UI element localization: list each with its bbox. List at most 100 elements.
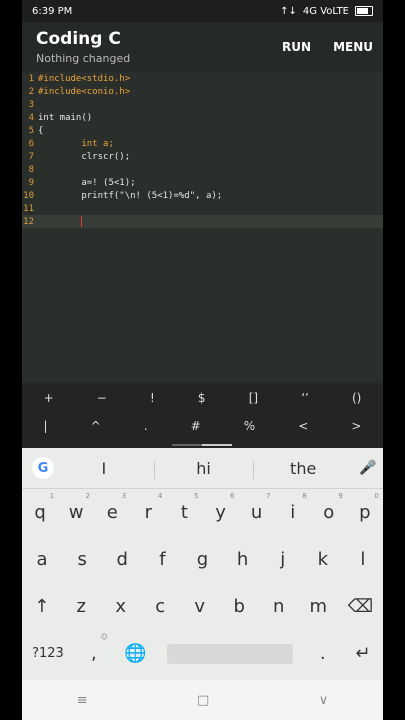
- symbol-key[interactable]: −: [97, 391, 107, 405]
- key-label: u: [250, 502, 263, 523]
- key-r[interactable]: 4r: [138, 492, 163, 523]
- key-row-4: ?123 ☺ , 🌐 . ↵: [22, 630, 383, 677]
- key-s[interactable]: s: [72, 549, 92, 570]
- code-line[interactable]: 12: [22, 215, 383, 228]
- symbol-key[interactable]: ^: [91, 419, 101, 433]
- symbol-key[interactable]: #: [191, 419, 201, 433]
- symbol-key[interactable]: []: [249, 391, 258, 405]
- key-row-3: ↑ z x c v b n m ⌫: [22, 583, 383, 630]
- suggestion-bar: G I hi the 🎤: [22, 448, 383, 489]
- key-hint: 1: [49, 492, 55, 500]
- key-p[interactable]: 0p: [355, 492, 379, 523]
- key-hint: 5: [193, 492, 199, 500]
- nav-home-icon[interactable]: □: [197, 693, 209, 708]
- code-line[interactable]: 3: [22, 98, 383, 111]
- menu-button[interactable]: MENU: [333, 40, 373, 54]
- key-label: t: [180, 502, 188, 523]
- key-x[interactable]: x: [111, 596, 131, 617]
- line-number: 12: [23, 216, 34, 227]
- key-y[interactable]: 6y: [211, 492, 234, 523]
- code-line[interactable]: 7 clrscr();: [22, 150, 383, 163]
- line-code: a=! (5<1);: [38, 177, 136, 188]
- code-line[interactable]: 1 #include<stdio.h>: [22, 72, 383, 85]
- symbol-key[interactable]: |: [44, 419, 48, 433]
- key-hint: 8: [302, 492, 307, 500]
- enter-key[interactable]: ↵: [353, 643, 373, 664]
- key-m[interactable]: m: [308, 596, 328, 617]
- code-line[interactable]: 8: [22, 163, 383, 176]
- comma-key[interactable]: ☺ ,: [84, 633, 108, 664]
- run-button[interactable]: RUN: [282, 40, 311, 54]
- symbol-key[interactable]: >: [351, 419, 361, 433]
- period-key[interactable]: .: [313, 643, 333, 664]
- key-c[interactable]: c: [150, 596, 170, 617]
- line-number: 6: [28, 138, 34, 149]
- suggestion-1[interactable]: I: [54, 459, 154, 478]
- key-g[interactable]: g: [192, 549, 212, 570]
- suggestion-2[interactable]: hi: [153, 459, 254, 479]
- code-line[interactable]: 4 int main(): [22, 111, 383, 124]
- google-icon[interactable]: G: [32, 457, 54, 479]
- shift-key[interactable]: ↑: [32, 596, 52, 617]
- line-code: {: [38, 125, 44, 136]
- key-d[interactable]: d: [112, 549, 132, 570]
- key-j[interactable]: j: [273, 549, 293, 570]
- code-line[interactable]: 10 printf("\n! (5<1)=%d", a);: [22, 189, 383, 202]
- key-e[interactable]: 3e: [102, 492, 127, 523]
- key-h[interactable]: h: [233, 549, 253, 570]
- key-v[interactable]: v: [190, 596, 210, 617]
- code-line[interactable]: 6 int a;: [22, 137, 383, 150]
- symbol-key[interactable]: %: [244, 419, 255, 433]
- space-key[interactable]: [166, 643, 293, 664]
- key-k[interactable]: k: [313, 549, 333, 570]
- key-f[interactable]: f: [152, 549, 172, 570]
- mic-icon[interactable]: 🎤: [353, 460, 383, 476]
- globe-icon[interactable]: 🌐: [124, 643, 146, 664]
- symbol-key[interactable]: (): [352, 391, 361, 405]
- key-q[interactable]: 1q: [30, 492, 54, 523]
- line-code: #include<conio.h>: [38, 86, 131, 97]
- backspace-icon[interactable]: ⌫: [348, 596, 373, 617]
- code-line[interactable]: 9 a=! (5<1);: [22, 176, 383, 189]
- suggestion-3[interactable]: the: [253, 459, 353, 479]
- code-line[interactable]: 11: [22, 202, 383, 215]
- key-label: e: [106, 502, 118, 523]
- symbol-page-indicator: [172, 444, 232, 446]
- code-line[interactable]: 2 #include<conio.h>: [22, 85, 383, 98]
- code-editor[interactable]: 1 #include<stdio.h> 2 #include<conio.h> 3 4 in…: [22, 72, 383, 382]
- key-w[interactable]: 2w: [66, 492, 90, 523]
- key-label: p: [359, 502, 371, 523]
- symbols-key[interactable]: ?123: [32, 646, 64, 661]
- symbol-key[interactable]: .: [144, 419, 148, 433]
- code-line[interactable]: 5{: [22, 124, 383, 137]
- line-number: 10: [23, 190, 34, 201]
- symbol-key[interactable]: <: [298, 419, 308, 433]
- key-hint: 7: [266, 492, 271, 500]
- key-u[interactable]: 7u: [247, 492, 271, 523]
- key-o[interactable]: 9o: [319, 492, 343, 523]
- key-label: y: [215, 502, 226, 523]
- key-i[interactable]: 8i: [283, 492, 307, 523]
- line-code: clrscr();: [38, 151, 131, 162]
- emoji-icon: ☺: [100, 633, 108, 641]
- key-hint: 0: [374, 492, 379, 500]
- key-n[interactable]: n: [269, 596, 289, 617]
- nav-back-icon[interactable]: ∨: [319, 693, 329, 708]
- symbol-row-2: | ^. #% < >: [22, 412, 383, 440]
- key-t[interactable]: 5t: [174, 492, 199, 523]
- symbol-key[interactable]: +: [44, 391, 54, 405]
- symbol-key[interactable]: ‘’: [301, 391, 309, 405]
- key-z[interactable]: z: [71, 596, 91, 617]
- key-a[interactable]: a: [32, 549, 52, 570]
- key-l[interactable]: l: [353, 549, 373, 570]
- symbol-key[interactable]: $: [198, 391, 206, 405]
- comma-label: ,: [91, 643, 97, 664]
- line-number: 1: [28, 73, 34, 84]
- line-number: 9: [28, 177, 34, 188]
- symbol-key[interactable]: !: [150, 391, 155, 405]
- key-label: o: [323, 502, 335, 523]
- key-b[interactable]: b: [229, 596, 249, 617]
- nav-menu-icon[interactable]: ≡: [77, 693, 88, 708]
- phone-screen: 6:39 PM ↑↓ 4G VoLTE Coding C Nothing cha…: [22, 0, 383, 720]
- key-row-2: asdfghjkl: [22, 536, 383, 583]
